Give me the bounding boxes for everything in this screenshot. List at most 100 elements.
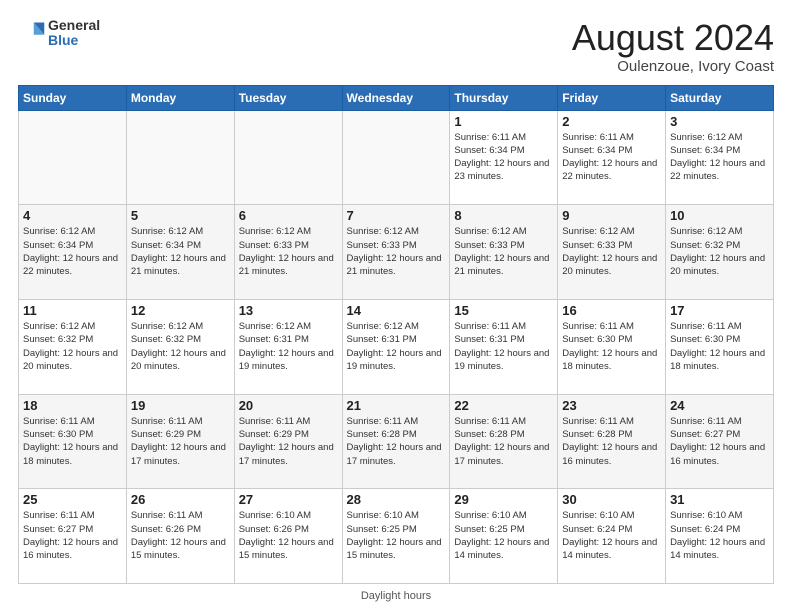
day-number: 16 [562,303,661,318]
calendar-cell: 11 Sunrise: 6:12 AM Sunset: 6:32 PM Dayli… [19,299,127,394]
cell-content: Sunrise: 6:12 AM Sunset: 6:33 PM Dayligh… [239,225,338,278]
weekday-header: Wednesday [342,85,450,110]
weekday-header: Thursday [450,85,558,110]
footer-text: Daylight hours [361,590,431,602]
weekday-header: Tuesday [234,85,342,110]
calendar-cell: 15 Sunrise: 6:11 AM Sunset: 6:31 PM Dayli… [450,299,558,394]
calendar-cell: 8 Sunrise: 6:12 AM Sunset: 6:33 PM Daylig… [450,205,558,300]
cell-content: Sunrise: 6:11 AM Sunset: 6:29 PM Dayligh… [239,415,338,468]
day-number: 18 [23,398,122,413]
cell-content: Sunrise: 6:11 AM Sunset: 6:28 PM Dayligh… [347,415,446,468]
calendar-header-row: SundayMondayTuesdayWednesdayThursdayFrid… [19,85,774,110]
cell-content: Sunrise: 6:12 AM Sunset: 6:33 PM Dayligh… [347,225,446,278]
day-number: 17 [670,303,769,318]
calendar-week-row: 11 Sunrise: 6:12 AM Sunset: 6:32 PM Dayli… [19,299,774,394]
cell-content: Sunrise: 6:10 AM Sunset: 6:24 PM Dayligh… [562,509,661,562]
calendar-cell: 14 Sunrise: 6:12 AM Sunset: 6:31 PM Dayli… [342,299,450,394]
cell-content: Sunrise: 6:11 AM Sunset: 6:34 PM Dayligh… [562,131,661,184]
day-number: 29 [454,492,553,507]
cell-content: Sunrise: 6:11 AM Sunset: 6:29 PM Dayligh… [131,415,230,468]
calendar-cell: 9Sunrise: 6:12 AM Sunset: 6:33 PM Daylig… [558,205,666,300]
cell-content: Sunrise: 6:10 AM Sunset: 6:25 PM Dayligh… [347,509,446,562]
day-number: 12 [131,303,230,318]
calendar-cell: 2 Sunrise: 6:11 AM Sunset: 6:34 PM Daylig… [558,110,666,205]
weekday-header: Saturday [666,85,774,110]
day-number: 28 [347,492,446,507]
calendar-cell: 5 Sunrise: 6:12 AM Sunset: 6:34 PM Daylig… [126,205,234,300]
cell-content: Sunrise: 6:10 AM Sunset: 6:24 PM Dayligh… [670,509,769,562]
calendar-cell: 29 Sunrise: 6:10 AM Sunset: 6:25 PM Dayli… [450,489,558,584]
calendar-cell: 26Sunrise: 6:11 AM Sunset: 6:26 PM Dayli… [126,489,234,584]
calendar-cell: 18 Sunrise: 6:11 AM Sunset: 6:30 PM Dayli… [19,394,127,489]
calendar-cell: 4Sunrise: 6:12 AM Sunset: 6:34 PM Daylig… [19,205,127,300]
calendar-cell [126,110,234,205]
cell-content: Sunrise: 6:12 AM Sunset: 6:33 PM Dayligh… [454,225,553,278]
logo-icon [18,19,46,47]
day-number: 3 [670,114,769,129]
cell-content: Sunrise: 6:12 AM Sunset: 6:32 PM Dayligh… [23,320,122,373]
calendar-cell: 7 Sunrise: 6:12 AM Sunset: 6:33 PM Daylig… [342,205,450,300]
day-number: 25 [23,492,122,507]
day-number: 5 [131,208,230,223]
calendar-cell: 1 Sunrise: 6:11 AM Sunset: 6:34 PM Daylig… [450,110,558,205]
day-number: 11 [23,303,122,318]
calendar-cell: 27Sunrise: 6:10 AM Sunset: 6:26 PM Dayli… [234,489,342,584]
calendar-cell: 19 Sunrise: 6:11 AM Sunset: 6:29 PM Dayli… [126,394,234,489]
calendar-cell: 3 Sunrise: 6:12 AM Sunset: 6:34 PM Daylig… [666,110,774,205]
cell-content: Sunrise: 6:12 AM Sunset: 6:31 PM Dayligh… [239,320,338,373]
calendar-cell: 22 Sunrise: 6:11 AM Sunset: 6:28 PM Dayli… [450,394,558,489]
calendar-week-row: 25Sunrise: 6:11 AM Sunset: 6:27 PM Dayli… [19,489,774,584]
day-number: 1 [454,114,553,129]
day-number: 24 [670,398,769,413]
day-number: 19 [131,398,230,413]
calendar-cell: 13 Sunrise: 6:12 AM Sunset: 6:31 PM Dayli… [234,299,342,394]
day-number: 20 [239,398,338,413]
weekday-header: Sunday [19,85,127,110]
cell-content: Sunrise: 6:12 AM Sunset: 6:34 PM Dayligh… [131,225,230,278]
footer: Daylight hours [18,590,774,602]
calendar-cell [19,110,127,205]
cell-content: Sunrise: 6:11 AM Sunset: 6:30 PM Dayligh… [23,415,122,468]
day-number: 4 [23,208,122,223]
calendar-cell: 20 Sunrise: 6:11 AM Sunset: 6:29 PM Dayli… [234,394,342,489]
weekday-header: Monday [126,85,234,110]
day-number: 14 [347,303,446,318]
cell-content: Sunrise: 6:11 AM Sunset: 6:28 PM Dayligh… [562,415,661,468]
calendar-cell: 12 Sunrise: 6:12 AM Sunset: 6:32 PM Dayli… [126,299,234,394]
day-number: 30 [562,492,661,507]
calendar-week-row: 18 Sunrise: 6:11 AM Sunset: 6:30 PM Dayli… [19,394,774,489]
title-block: August 2024 Oulenzoue, Ivory Coast [572,18,774,75]
calendar-cell [234,110,342,205]
day-number: 27 [239,492,338,507]
calendar-week-row: 1 Sunrise: 6:11 AM Sunset: 6:34 PM Daylig… [19,110,774,205]
cell-content: Sunrise: 6:11 AM Sunset: 6:28 PM Dayligh… [454,415,553,468]
calendar-cell: 24Sunrise: 6:11 AM Sunset: 6:27 PM Dayli… [666,394,774,489]
day-number: 15 [454,303,553,318]
calendar-cell [342,110,450,205]
cell-content: Sunrise: 6:10 AM Sunset: 6:25 PM Dayligh… [454,509,553,562]
calendar-cell: 16Sunrise: 6:11 AM Sunset: 6:30 PM Dayli… [558,299,666,394]
day-number: 23 [562,398,661,413]
day-number: 7 [347,208,446,223]
cell-content: Sunrise: 6:12 AM Sunset: 6:32 PM Dayligh… [670,225,769,278]
cell-content: Sunrise: 6:12 AM Sunset: 6:34 PM Dayligh… [670,131,769,184]
cell-content: Sunrise: 6:12 AM Sunset: 6:31 PM Dayligh… [347,320,446,373]
calendar-cell: 25Sunrise: 6:11 AM Sunset: 6:27 PM Dayli… [19,489,127,584]
cell-content: Sunrise: 6:11 AM Sunset: 6:34 PM Dayligh… [454,131,553,184]
cell-content: Sunrise: 6:11 AM Sunset: 6:31 PM Dayligh… [454,320,553,373]
cell-content: Sunrise: 6:11 AM Sunset: 6:30 PM Dayligh… [670,320,769,373]
logo-general: General [48,18,100,33]
cell-content: Sunrise: 6:12 AM Sunset: 6:32 PM Dayligh… [131,320,230,373]
weekday-header: Friday [558,85,666,110]
day-number: 21 [347,398,446,413]
day-number: 22 [454,398,553,413]
logo-blue: Blue [48,33,100,48]
day-number: 8 [454,208,553,223]
day-number: 2 [562,114,661,129]
logo: General Blue [18,18,100,49]
calendar-table: SundayMondayTuesdayWednesdayThursdayFrid… [18,85,774,584]
calendar-cell: 23 Sunrise: 6:11 AM Sunset: 6:28 PM Dayli… [558,394,666,489]
cell-content: Sunrise: 6:11 AM Sunset: 6:26 PM Dayligh… [131,509,230,562]
day-number: 13 [239,303,338,318]
page: General Blue August 2024 Oulenzoue, Ivor… [0,0,792,612]
